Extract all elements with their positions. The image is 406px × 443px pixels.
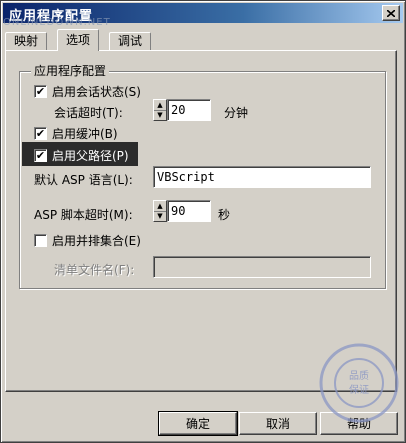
spin-down-icon[interactable]: ▼ [154, 211, 166, 221]
script-timeout-spinner[interactable]: ▲ ▼ [153, 200, 167, 222]
group-title: 应用程序配置 [31, 62, 110, 79]
session-state-option[interactable]: ✔ 启用会话状态(S) [34, 83, 141, 100]
session-state-label: 启用会话状态(S) [52, 85, 141, 99]
manifest-file-label: 清单文件名(F): [54, 263, 135, 277]
close-icon [387, 9, 395, 17]
tab-strip: 映射 选项 调试 [5, 29, 401, 51]
default-language-label: 默认 ASP 语言(L): [34, 173, 133, 187]
session-timeout-spinner[interactable]: ▲ ▼ [153, 99, 167, 121]
spin-down-icon[interactable]: ▼ [154, 110, 166, 120]
side-by-side-option[interactable]: 启用并排集合(E) [34, 232, 141, 249]
close-button[interactable] [382, 5, 400, 21]
session-timeout-input[interactable]: 20 [167, 99, 211, 121]
parent-paths-checkbox[interactable]: ✔ [34, 149, 47, 162]
dialog-window: 应用程序配置 ONLINEDOWN.NET 映射 选项 调试 应用程序配置 ✔ … [0, 0, 406, 443]
buffering-checkbox[interactable]: ✔ [34, 127, 47, 140]
session-state-checkbox[interactable]: ✔ [34, 85, 47, 98]
cancel-button[interactable]: 取消 [239, 412, 317, 435]
default-language-input[interactable]: VBScript [153, 166, 371, 188]
script-timeout-input[interactable]: 90 [167, 200, 211, 222]
watermark-site-text: ONLINEDOWN.NET [3, 17, 111, 28]
buffering-option[interactable]: ✔ 启用缓冲(B) [34, 125, 118, 142]
script-timeout-label: ASP 脚本超时(M): [34, 208, 133, 222]
buffering-label: 启用缓冲(B) [52, 127, 118, 141]
side-by-side-checkbox[interactable] [34, 234, 47, 247]
script-timeout-unit: 秒 [218, 208, 231, 222]
session-timeout-unit: 分钟 [224, 106, 249, 120]
tab-options[interactable]: 选项 [57, 29, 100, 51]
session-timeout-label: 会话超时(T): [54, 106, 123, 120]
tab-debugging[interactable]: 调试 [109, 32, 152, 50]
tab-mappings[interactable]: 映射 [5, 32, 48, 50]
manifest-file-input [153, 256, 371, 278]
parent-paths-label: 启用父路径(P) [52, 149, 129, 163]
help-button[interactable]: 帮助 [320, 412, 398, 435]
parent-paths-option[interactable]: ✔ 启用父路径(P) [34, 147, 129, 164]
side-by-side-label: 启用并排集合(E) [52, 234, 141, 248]
ok-button[interactable]: 确定 [158, 411, 238, 436]
